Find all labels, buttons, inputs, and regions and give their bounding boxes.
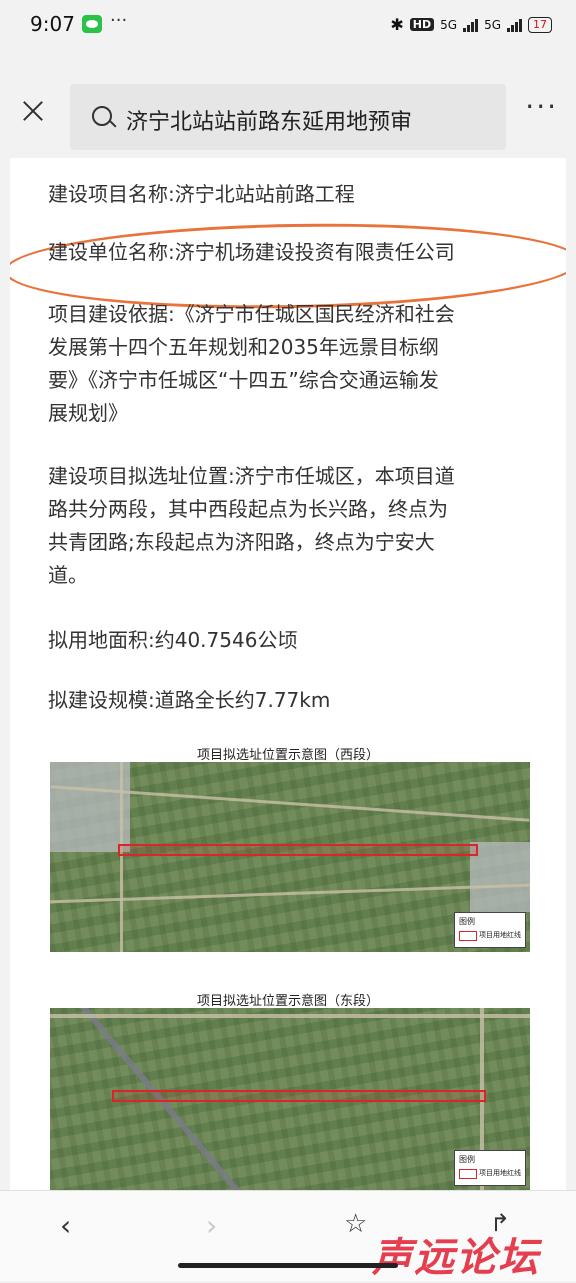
map-legend: 图例 项目用地红线 [454, 1150, 526, 1186]
hd-badge: HD [409, 18, 435, 31]
status-bar: 9:07 ··· ✱ HD 5G 5G 17 [0, 0, 576, 54]
signal-icon [507, 18, 522, 32]
search-box[interactable]: 济宁北站站前路东延用地预审 [70, 84, 506, 150]
article-content: 建设项目名称:济宁北站站前路工程 建设单位名称:济宁机场建设投资有限责任公司 项… [10, 158, 566, 1190]
signal2-label: 5G [484, 17, 501, 32]
area-text: 拟用地面积:约40.7546公顷 [48, 628, 298, 652]
map-west-caption: 项目拟选址位置示意图（西段） [196, 748, 379, 763]
map-east-image[interactable]: 图例 项目用地红线 [50, 1008, 530, 1190]
status-right-icons: ✱ HD 5G 5G 17 [390, 15, 552, 34]
basis-line-3: 要》《济宁市任城区“十四五”综合交通运输发 [48, 368, 439, 392]
legend-label: 项目用地红线 [479, 931, 521, 939]
close-icon[interactable] [20, 98, 48, 126]
legend-title: 图例 [459, 1155, 475, 1164]
favorite-star-icon[interactable]: ☆ [344, 1209, 367, 1239]
status-more-notifications: ··· [110, 10, 128, 31]
location-line-2: 路共分两段，其中西段起点为长兴路，终点为 [48, 497, 448, 521]
home-indicator[interactable] [178, 1263, 398, 1268]
scale-text: 拟建设规模:道路全长约7.77km [48, 688, 331, 712]
basis-line-4: 展规划》 [48, 401, 128, 425]
basis-line-1: 项目建设依据:《济宁市任城区国民经济和社会 [48, 302, 455, 326]
bluetooth-icon: ✱ [390, 15, 404, 34]
map-east-route [112, 1090, 486, 1102]
map-urban-block [50, 762, 130, 852]
location-line-3: 共青团路;东段起点为济阳路，终点为宁安大 [48, 530, 435, 554]
wechat-icon [82, 15, 102, 33]
map-road [50, 1014, 530, 1018]
project-name-text: 建设项目名称:济宁北站站前路工程 [48, 182, 355, 206]
location-line-1: 建设项目拟选址位置:济宁市任城区，本项目道 [48, 464, 455, 488]
back-icon[interactable]: ‹ [60, 1209, 71, 1242]
map-west-route [118, 844, 478, 856]
map-east-caption: 项目拟选址位置示意图（东段） [196, 994, 379, 1009]
legend-label: 项目用地红线 [479, 1169, 521, 1177]
map-urban-block [470, 842, 530, 912]
map-legend: 图例 项目用地红线 [454, 912, 526, 948]
forward-icon[interactable]: › [206, 1209, 217, 1242]
signal1-label: 5G [440, 17, 458, 32]
legend-swatch [459, 1169, 477, 1179]
signal-icon [463, 18, 479, 32]
battery-icon: 17 [528, 16, 552, 33]
location-line-4: 道。 [48, 563, 88, 587]
legend-title: 图例 [459, 917, 475, 926]
map-west-image[interactable]: 图例 项目用地红线 [50, 762, 530, 952]
search-icon [92, 106, 112, 126]
search-header: 济宁北站站前路东延用地预审 ··· [0, 54, 576, 158]
map-road [120, 762, 123, 952]
status-time: 9:07 [30, 12, 75, 36]
more-options-icon[interactable]: ··· [525, 93, 558, 121]
basis-line-2: 发展第十四个五年规划和2035年远景目标纲 [48, 335, 439, 359]
search-query[interactable]: 济宁北站站前路东延用地预审 [126, 104, 412, 136]
unit-name-text: 建设单位名称:济宁机场建设投资有限责任公司 [48, 240, 455, 264]
bottom-toolbar: ‹ › ☆ ↱ 声远论坛 [0, 1190, 576, 1281]
legend-swatch [459, 931, 477, 941]
site-watermark: 声远论坛 [372, 1235, 540, 1281]
